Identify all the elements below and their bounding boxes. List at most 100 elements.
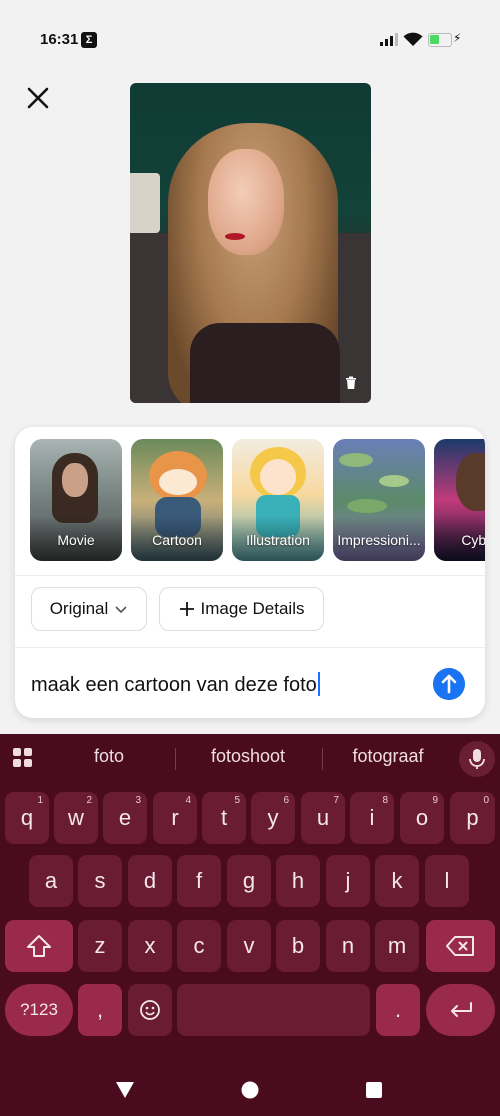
- key-i[interactable]: i8: [350, 792, 394, 844]
- key-b[interactable]: b: [276, 920, 320, 972]
- period-key[interactable]: .: [376, 984, 420, 1036]
- key-x[interactable]: x: [128, 920, 172, 972]
- back-nav-icon[interactable]: [115, 1081, 135, 1099]
- send-button[interactable]: [433, 668, 465, 700]
- divider: [15, 575, 485, 576]
- signal-icon: [380, 33, 398, 46]
- key-l[interactable]: l: [425, 855, 469, 907]
- key-hint: 9: [432, 795, 438, 806]
- original-dropdown[interactable]: Original: [31, 587, 147, 631]
- numbers-key[interactable]: ?123: [5, 984, 73, 1036]
- key-label: q: [20, 805, 34, 830]
- style-tile-impressionism[interactable]: Impressioni...: [333, 439, 425, 561]
- image-details-button[interactable]: Image Details: [159, 587, 324, 631]
- key-w[interactable]: w2: [54, 792, 98, 844]
- style-label: Cartoon: [152, 532, 202, 548]
- key-hint: 2: [86, 795, 92, 806]
- close-icon[interactable]: [22, 82, 54, 114]
- key-k[interactable]: k: [375, 855, 419, 907]
- home-nav-icon[interactable]: [241, 1081, 259, 1099]
- key-label: a: [44, 868, 58, 893]
- key-label: x: [144, 933, 156, 958]
- key-e[interactable]: e3: [103, 792, 147, 844]
- charging-icon: ⚡: [453, 31, 462, 45]
- key-label: h: [291, 868, 305, 893]
- key-label: g: [242, 868, 256, 893]
- key-label: k: [391, 868, 403, 893]
- shift-icon: [27, 935, 51, 957]
- key-p[interactable]: p0: [450, 792, 495, 844]
- key-v[interactable]: v: [227, 920, 271, 972]
- space-key[interactable]: [177, 984, 370, 1036]
- key-j[interactable]: j: [326, 855, 370, 907]
- style-tile-cyber[interactable]: Cyber: [434, 439, 485, 561]
- prompt-input[interactable]: maak een cartoon van deze foto: [31, 672, 320, 697]
- key-s[interactable]: s: [78, 855, 122, 907]
- keyboard: foto fotoshoot fotograaf q1 w2 e3 r4 t5 …: [0, 734, 500, 1116]
- style-tile-movie[interactable]: Movie: [30, 439, 122, 561]
- key-label: c: [193, 933, 205, 958]
- key-label: ,: [96, 997, 104, 1022]
- key-o[interactable]: o9: [400, 792, 444, 844]
- key-label: v: [243, 933, 255, 958]
- clock: 16:31: [40, 31, 79, 48]
- trash-icon[interactable]: [344, 376, 358, 390]
- enter-key[interactable]: [426, 984, 495, 1036]
- status-bar: 16:31 Σ ⚡: [0, 0, 500, 80]
- key-label: f: [195, 868, 203, 893]
- style-label: Impressioni...: [337, 532, 421, 548]
- style-tile-cartoon[interactable]: Cartoon: [131, 439, 223, 561]
- style-carousel[interactable]: Movie Cartoon Illustration Impressioni..…: [30, 439, 485, 561]
- emoji-key[interactable]: [128, 984, 172, 1036]
- key-d[interactable]: d: [128, 855, 172, 907]
- key-z[interactable]: z: [78, 920, 122, 972]
- image-details-label: Image Details: [200, 599, 305, 618]
- battery-icon: [428, 33, 452, 47]
- uploaded-photo: [130, 83, 371, 403]
- plus-icon: [179, 602, 194, 616]
- key-label: r: [171, 805, 179, 830]
- key-label: e: [118, 805, 132, 830]
- emoji-icon: [140, 1000, 160, 1020]
- key-hint: 8: [382, 795, 388, 806]
- key-hint: 3: [135, 795, 141, 806]
- apps-grid-icon[interactable]: [13, 748, 33, 768]
- prompt-text: maak een cartoon van deze foto: [31, 674, 317, 696]
- key-c[interactable]: c: [177, 920, 221, 972]
- key-t[interactable]: t5: [202, 792, 246, 844]
- key-label: m: [387, 933, 407, 958]
- text-cursor: [317, 672, 320, 696]
- key-label: y: [267, 805, 279, 830]
- original-label: Original: [49, 599, 109, 618]
- style-label: Cyber: [461, 532, 485, 548]
- key-label: j: [345, 868, 351, 893]
- suggestion[interactable]: foto: [49, 746, 169, 767]
- recents-nav-icon[interactable]: [366, 1082, 382, 1098]
- comma-key[interactable]: ,: [78, 984, 122, 1036]
- key-y[interactable]: y6: [251, 792, 295, 844]
- key-n[interactable]: n: [326, 920, 370, 972]
- style-label: Movie: [57, 532, 95, 548]
- mic-button[interactable]: [459, 741, 495, 777]
- suggestion[interactable]: fotoshoot: [188, 746, 308, 767]
- style-tile-illustration[interactable]: Illustration: [232, 439, 324, 561]
- key-a[interactable]: a: [29, 855, 73, 907]
- key-u[interactable]: u7: [301, 792, 345, 844]
- suggestion[interactable]: fotograaf: [328, 746, 448, 767]
- key-m[interactable]: m: [375, 920, 419, 972]
- backspace-key[interactable]: [426, 920, 495, 972]
- key-hint: 0: [483, 795, 489, 806]
- enter-icon: [450, 1002, 472, 1017]
- key-label: l: [444, 868, 450, 893]
- divider: [175, 748, 176, 770]
- key-q[interactable]: q1: [5, 792, 49, 844]
- key-label: n: [341, 933, 355, 958]
- shift-key[interactable]: [5, 920, 73, 972]
- key-label: ?123: [20, 1000, 58, 1019]
- key-h[interactable]: h: [276, 855, 320, 907]
- wifi-icon: [403, 32, 423, 46]
- key-r[interactable]: r4: [153, 792, 197, 844]
- key-g[interactable]: g: [227, 855, 271, 907]
- key-f[interactable]: f: [177, 855, 221, 907]
- key-label: i: [369, 805, 375, 830]
